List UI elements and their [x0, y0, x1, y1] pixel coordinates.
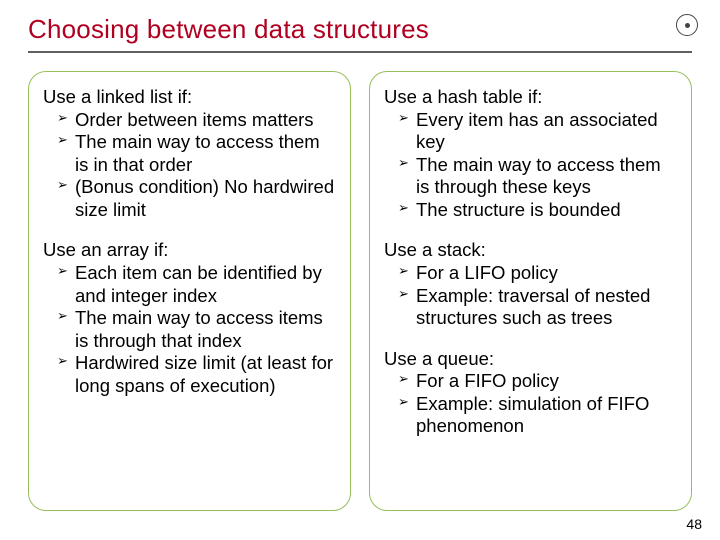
- list-item: Example: simulation of FIFO phenomenon: [398, 393, 677, 438]
- list-item: Each item can be identified by and integ…: [57, 262, 336, 307]
- list-item: Order between items matters: [57, 109, 336, 132]
- content-columns: Use a linked list if: Order between item…: [28, 71, 692, 511]
- left-column: Use a linked list if: Order between item…: [28, 71, 351, 511]
- section-heading: Use a stack:: [384, 239, 677, 262]
- title-underline: [28, 51, 692, 53]
- section-array: Use an array if: Each item can be identi…: [43, 239, 336, 397]
- section-linked-list: Use a linked list if: Order between item…: [43, 86, 336, 221]
- slide-title: Choosing between data structures: [28, 14, 692, 49]
- section-heading: Use a queue:: [384, 348, 677, 371]
- list-item: Every item has an associated key: [398, 109, 677, 154]
- bullet-list: For a LIFO policy Example: traversal of …: [384, 262, 677, 330]
- right-column: Use a hash table if: Every item has an a…: [369, 71, 692, 511]
- list-item: Example: traversal of nested structures …: [398, 285, 677, 330]
- list-item: The structure is bounded: [398, 199, 677, 222]
- slide: Choosing between data structures Use a l…: [0, 0, 720, 540]
- list-item: Hardwired size limit (at least for long …: [57, 352, 336, 397]
- section-heading: Use an array if:: [43, 239, 336, 262]
- list-item: For a FIFO policy: [398, 370, 677, 393]
- section-hash-table: Use a hash table if: Every item has an a…: [384, 86, 677, 221]
- bullet-list: For a FIFO policy Example: simulation of…: [384, 370, 677, 438]
- list-item: The main way to access them is in that o…: [57, 131, 336, 176]
- list-item: The main way to access them is through t…: [398, 154, 677, 199]
- section-heading: Use a linked list if:: [43, 86, 336, 109]
- page-number: 48: [686, 516, 702, 532]
- section-heading: Use a hash table if:: [384, 86, 677, 109]
- list-item: (Bonus condition) No hardwired size limi…: [57, 176, 336, 221]
- section-stack: Use a stack: For a LIFO policy Example: …: [384, 239, 677, 329]
- logo-icon: [676, 14, 698, 36]
- bullet-list: Each item can be identified by and integ…: [43, 262, 336, 397]
- list-item: For a LIFO policy: [398, 262, 677, 285]
- section-queue: Use a queue: For a FIFO policy Example: …: [384, 348, 677, 438]
- list-item: The main way to access items is through …: [57, 307, 336, 352]
- bullet-list: Every item has an associated key The mai…: [384, 109, 677, 222]
- bullet-list: Order between items matters The main way…: [43, 109, 336, 222]
